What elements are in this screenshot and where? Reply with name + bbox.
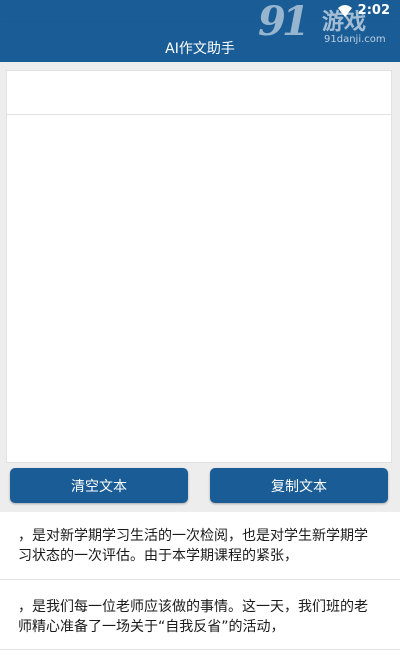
status-icons: 2:02 [337,3,390,18]
wifi-icon [337,4,352,17]
result-item[interactable]: ，是我们每一位老师应该做的事情。这一天，我们班的老师精心准备了一场关于“自我反省… [0,580,400,650]
status-time: 2:02 [357,3,390,18]
title-input[interactable] [6,70,392,116]
copy-text-button[interactable]: 复制文本 [210,468,388,503]
status-bar: 2:02 [0,0,400,22]
app-title: AI作文助手 [165,41,235,57]
clear-text-button[interactable]: 清空文本 [10,468,188,503]
result-list: ，是对新学期学习生活的一次检阅，也是对学生新学期学习状态的一次评估。由于本学期课… [0,512,400,660]
main-content: 清空文本 复制文本 ，是对新学期学习生活的一次检阅，也是对学生新学期学习状态的一… [0,62,400,660]
result-item[interactable]: ，是对新学期学习生活的一次检阅，也是对学生新学期学习状态的一次评估。由于本学期课… [0,512,400,580]
app-bar: AI作文助手 [0,22,400,62]
essay-textarea[interactable] [6,114,392,463]
